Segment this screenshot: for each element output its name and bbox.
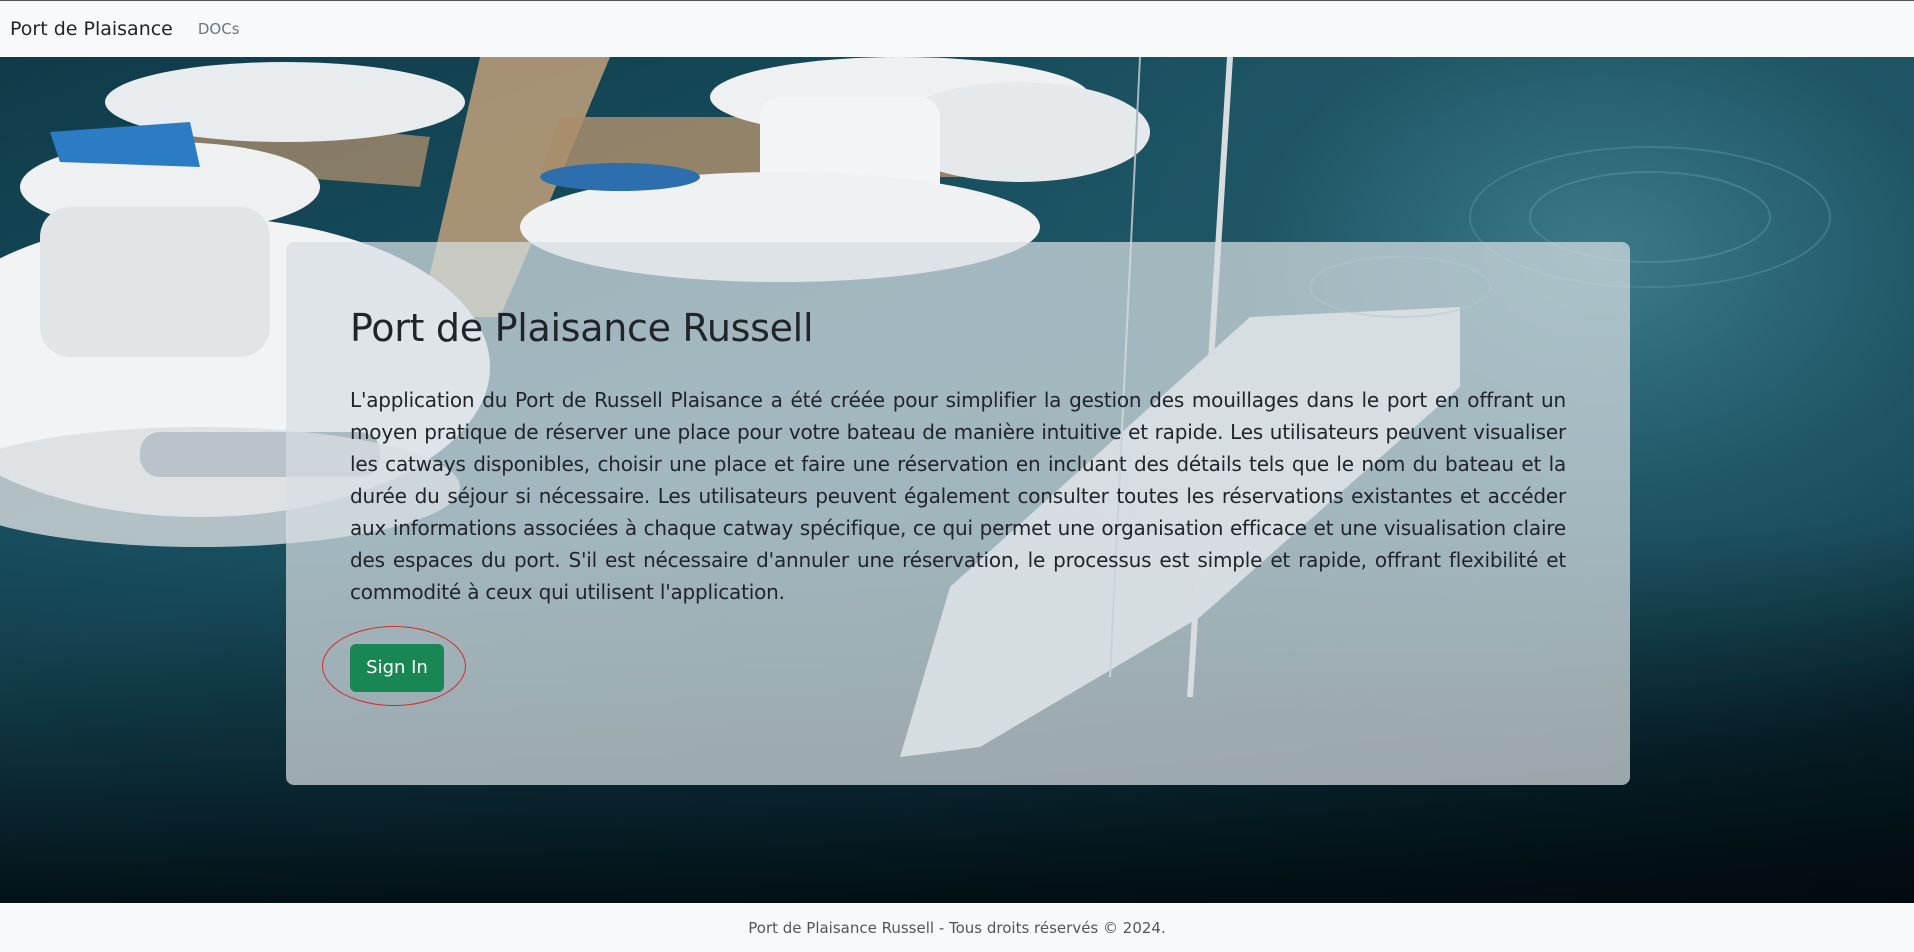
footer: Port de Plaisance Russell - Tous droits … (0, 903, 1914, 952)
nav-link-docs[interactable]: DOCs (198, 20, 240, 38)
page-title: Port de Plaisance Russell (350, 306, 814, 350)
navbar: Port de Plaisance DOCs (0, 0, 1914, 57)
intro-description: L'application du Port de Russell Plaisan… (350, 387, 1566, 604)
sign-in-button[interactable]: Sign In (350, 643, 444, 692)
sign-in-area: Sign In (322, 625, 470, 706)
navbar-brand[interactable]: Port de Plaisance (10, 18, 173, 40)
hero-section: Port de Plaisance Russell L'application … (0, 57, 1914, 903)
intro-card: Port de Plaisance Russell L'application … (286, 242, 1630, 785)
footer-text: Port de Plaisance Russell - Tous droits … (748, 918, 1166, 937)
